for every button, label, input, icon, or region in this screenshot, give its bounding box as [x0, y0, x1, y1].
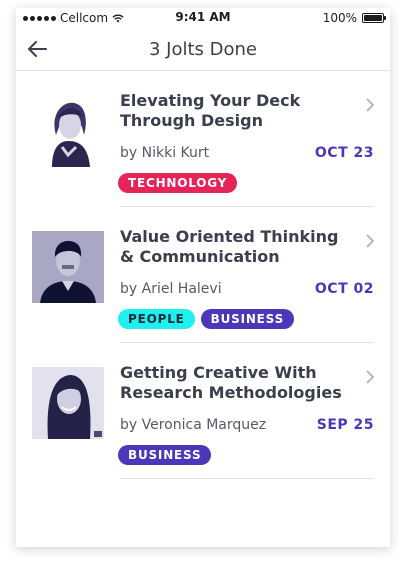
- divider: [120, 478, 374, 479]
- navigation-bar: 3 Jolts Done: [16, 28, 390, 71]
- battery-percent: 100%: [322, 11, 357, 25]
- page-title: 3 Jolts Done: [148, 39, 257, 60]
- list-item[interactable]: Value Oriented Thinking & Communication …: [16, 207, 390, 343]
- chevron-right-icon[interactable]: [364, 233, 376, 249]
- jolt-list: Elevating Your Deck Through Design by Ni…: [16, 71, 390, 479]
- avatar: [32, 231, 104, 303]
- tag-list: TECHNOLOGY: [118, 173, 238, 193]
- jolt-date: OCT 02: [314, 281, 374, 297]
- author-name: by Ariel Halevi: [120, 281, 222, 297]
- avatar: [32, 95, 104, 167]
- avatar: [32, 367, 104, 439]
- tag-list: BUSINESS: [118, 445, 212, 465]
- battery-icon: [362, 13, 386, 23]
- list-item[interactable]: Getting Creative With Research Methodolo…: [16, 343, 390, 479]
- tag-people[interactable]: PEOPLE: [118, 309, 195, 329]
- tag-technology[interactable]: TECHNOLOGY: [118, 173, 238, 193]
- list-item[interactable]: Elevating Your Deck Through Design by Ni…: [16, 71, 390, 207]
- chevron-right-icon[interactable]: [364, 369, 376, 385]
- jolt-date: SEP 25: [316, 417, 374, 433]
- tag-list: PEOPLE BUSINESS: [118, 309, 295, 329]
- tag-business[interactable]: BUSINESS: [200, 309, 295, 329]
- tag-business[interactable]: BUSINESS: [118, 445, 212, 465]
- phone-screen: Cellcom 9:41 AM 100% 3 Jolts Done Elevat…: [16, 8, 390, 547]
- jolt-title: Getting Creative With Research Methodolo…: [120, 363, 342, 402]
- jolt-title: Value Oriented Thinking & Communication: [120, 227, 339, 266]
- author-name: by Nikki Kurt: [120, 145, 210, 161]
- jolt-title: Elevating Your Deck Through Design: [120, 91, 301, 130]
- author-name: by Veronica Marquez: [120, 417, 267, 433]
- chevron-right-icon[interactable]: [364, 97, 376, 113]
- status-bar: Cellcom 9:41 AM 100%: [16, 8, 390, 28]
- battery-status: 100%: [322, 11, 386, 25]
- jolt-date: OCT 23: [314, 145, 374, 161]
